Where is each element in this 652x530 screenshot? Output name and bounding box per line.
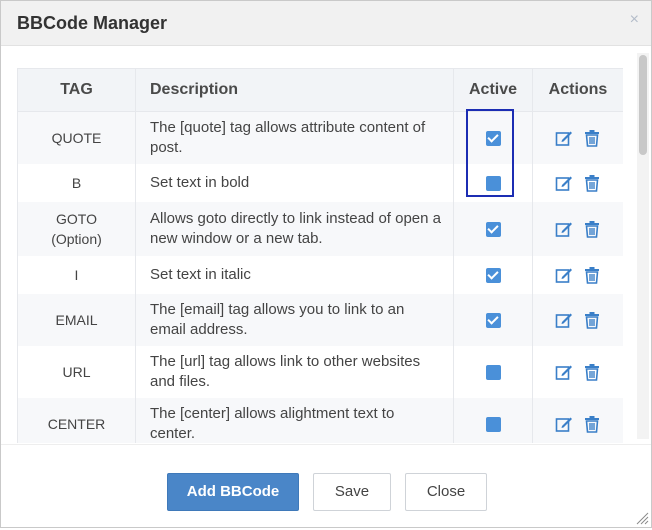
tag-name: B — [71, 175, 82, 191]
edit-icon[interactable] — [555, 174, 573, 192]
cell-description: The [quote] tag allows attribute content… — [135, 111, 454, 164]
bbcode-table-container: TAG Description Active Actions QUOTE The … — [17, 68, 623, 443]
edit-icon[interactable] — [555, 129, 573, 147]
cell-tag: URL — [17, 346, 136, 398]
tag-name: I — [74, 267, 79, 283]
trash-icon[interactable] — [583, 311, 601, 329]
cell-actions — [532, 202, 623, 256]
dialog-title: BBCode Manager — [17, 13, 168, 33]
cell-actions — [532, 256, 623, 294]
table-row: GOTO (Option) Allows goto directly to link… — [17, 202, 623, 256]
cell-actions — [532, 346, 623, 398]
cell-active — [453, 202, 533, 256]
bbcode-manager-dialog: BBCode Manager × TAG Description Active … — [0, 0, 652, 528]
trash-icon[interactable] — [583, 174, 601, 192]
cell-active — [453, 398, 533, 443]
cell-tag: GOTO (Option) — [17, 202, 136, 256]
table-row: CENTER The [center] allows alightment tex… — [17, 398, 623, 443]
trash-icon[interactable] — [583, 363, 601, 381]
cell-description: The [center] allows alightment text to c… — [135, 398, 454, 443]
column-header-actions: Actions — [532, 68, 623, 112]
cell-active — [453, 111, 533, 164]
trash-icon[interactable] — [583, 129, 601, 147]
table-header-row: TAG Description Active Actions — [17, 68, 623, 112]
cell-active — [453, 294, 533, 346]
cell-tag: B — [17, 164, 136, 202]
active-checkbox[interactable] — [485, 268, 501, 284]
table-row: URL The [url] tag allows link to other we… — [17, 346, 623, 398]
edit-icon[interactable] — [555, 311, 573, 329]
edit-icon[interactable] — [555, 220, 573, 238]
add-bbcode-button[interactable]: Add BBCode — [167, 473, 299, 511]
column-header-tag: TAG — [17, 68, 136, 112]
active-checkbox[interactable] — [485, 222, 501, 238]
cell-actions — [532, 294, 623, 346]
cell-active — [453, 164, 533, 202]
tag-name: EMAIL — [55, 312, 98, 328]
active-checkbox[interactable] — [485, 131, 501, 147]
save-button[interactable]: Save — [313, 473, 391, 511]
cell-tag: CENTER — [17, 398, 136, 443]
cell-tag: EMAIL — [17, 294, 136, 346]
cell-tag: I — [17, 256, 136, 294]
tag-name: CENTER — [47, 416, 106, 432]
cell-active — [453, 346, 533, 398]
active-checkbox[interactable] — [485, 417, 501, 433]
close-button[interactable]: Close — [405, 473, 487, 511]
active-checkbox[interactable] — [485, 313, 501, 329]
cell-actions — [532, 111, 623, 164]
cell-description: The [email] tag allows you to link to an… — [135, 294, 454, 346]
active-checkbox[interactable] — [485, 176, 501, 192]
tag-name: QUOTE — [51, 130, 102, 146]
trash-icon[interactable] — [583, 220, 601, 238]
table-row: QUOTE The [quote] tag allows attribute co… — [17, 111, 623, 164]
footer-divider — [1, 444, 651, 445]
table-row: I Set text in italic — [17, 256, 623, 294]
edit-icon[interactable] — [555, 415, 573, 433]
cell-description: Set text in italic — [135, 256, 454, 294]
bbcode-table: TAG Description Active Actions QUOTE The … — [17, 68, 623, 443]
cell-actions — [532, 164, 623, 202]
active-checkbox[interactable] — [485, 365, 501, 381]
cell-description: Allows goto directly to link instead of … — [135, 202, 454, 256]
resize-grip-icon[interactable] — [635, 511, 649, 525]
trash-icon[interactable] — [583, 415, 601, 433]
column-header-description: Description — [135, 68, 454, 112]
cell-description: Set text in bold — [135, 164, 454, 202]
edit-icon[interactable] — [555, 266, 573, 284]
cell-tag: QUOTE — [17, 111, 136, 164]
column-header-active: Active — [453, 68, 533, 112]
scrollbar-thumb[interactable] — [639, 55, 647, 155]
cell-description: The [url] tag allows link to other websi… — [135, 346, 454, 398]
table-body: QUOTE The [quote] tag allows attribute co… — [17, 111, 623, 443]
tag-subtitle: (Option) — [51, 231, 102, 247]
tag-name: URL — [62, 364, 91, 380]
table-row: B Set text in bold — [17, 164, 623, 202]
tag-name: GOTO — [56, 211, 97, 227]
close-icon[interactable]: × — [630, 11, 639, 29]
cell-actions — [532, 398, 623, 443]
dialog-titlebar: BBCode Manager × — [1, 1, 651, 46]
dialog-body: TAG Description Active Actions QUOTE The … — [1, 46, 651, 444]
table-row: EMAIL The [email] tag allows you to link … — [17, 294, 623, 346]
cell-active — [453, 256, 533, 294]
trash-icon[interactable] — [583, 266, 601, 284]
edit-icon[interactable] — [555, 363, 573, 381]
